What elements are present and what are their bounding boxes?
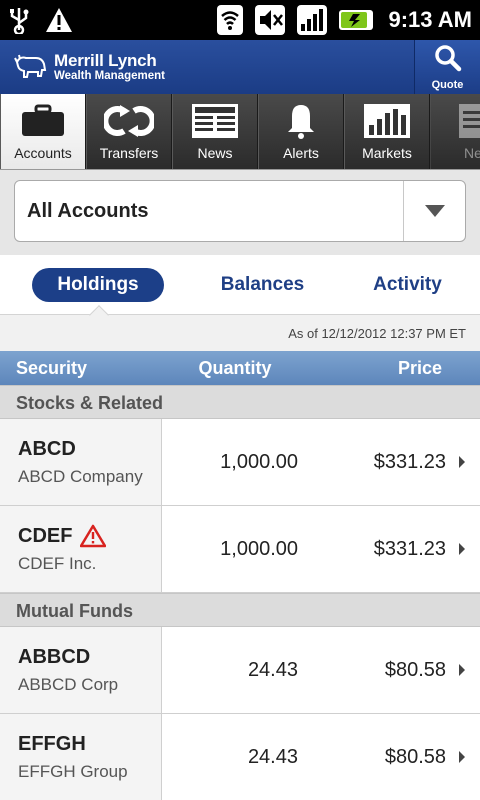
quantity-value: 1,000.00 <box>220 537 298 560</box>
brand-subtitle: Wealth Management <box>54 69 165 82</box>
security-symbol: ABCD <box>18 437 76 460</box>
newspaper-icon <box>191 101 239 141</box>
quote-button[interactable]: Quote <box>414 40 480 94</box>
transfer-arrows-icon <box>104 101 154 141</box>
price-value: $331.23 <box>373 537 446 560</box>
main-nav: Accounts Transfers News Alerts Markets N… <box>0 94 480 170</box>
column-security: Security <box>16 357 88 378</box>
search-icon <box>434 44 462 77</box>
table-header: Security Quantity Price <box>0 351 480 385</box>
notepad-icon <box>455 101 480 141</box>
tab-next[interactable]: Ne <box>430 94 480 169</box>
table-row[interactable]: ABBCD ABBCD Corp 24.43 $80.58 <box>0 627 480 714</box>
battery-charging-icon <box>338 6 374 34</box>
quantity-value: 24.43 <box>247 745 298 768</box>
account-dropdown-value: All Accounts <box>27 199 149 222</box>
bull-logo-icon <box>14 50 48 84</box>
segment-activity[interactable]: Activity <box>335 274 480 296</box>
tab-news[interactable]: News <box>172 94 258 169</box>
quantity-value: 1,000.00 <box>220 450 298 473</box>
chevron-right-icon <box>458 542 466 556</box>
brand-name: Merrill Lynch <box>54 50 157 70</box>
warning-icon <box>44 6 74 34</box>
mute-icon <box>254 4 286 36</box>
chevron-right-icon <box>458 750 466 764</box>
security-name: ABBCD Corp <box>18 674 119 694</box>
warning-triangle-icon <box>80 524 107 548</box>
quote-label: Quote <box>431 78 464 91</box>
tab-label: Transfers <box>99 145 159 161</box>
account-dropdown[interactable]: All Accounts <box>14 180 466 242</box>
segment-balances[interactable]: Balances <box>190 274 335 296</box>
price-value: $80.58 <box>384 658 446 681</box>
section-header: Mutual Funds <box>0 593 480 627</box>
wifi-icon <box>216 4 244 36</box>
column-quantity: Quantity <box>198 357 272 378</box>
security-name: ABCD Company <box>18 466 143 486</box>
tab-label: Alerts <box>283 145 319 161</box>
section-header: Stocks & Related <box>0 385 480 419</box>
security-symbol: EFFGH <box>18 732 86 755</box>
tab-label: News <box>197 145 233 161</box>
status-time: 9:13 AM <box>388 7 472 32</box>
tab-markets[interactable]: Markets <box>344 94 430 169</box>
table-row[interactable]: EFFGH EFFGH Group 24.43 $80.58 <box>0 714 480 800</box>
table-row[interactable]: ABCD ABCD Company 1,000.00 $331.23 <box>0 419 480 506</box>
signal-icon <box>296 4 328 36</box>
tab-label: Ne <box>464 145 480 161</box>
brand: Merrill Lynch Wealth Management <box>0 40 414 94</box>
status-bar: 9:13 AM <box>0 0 480 40</box>
security-symbol: ABBCD <box>18 645 91 668</box>
security-symbol: CDEF <box>18 524 73 547</box>
tab-alerts[interactable]: Alerts <box>258 94 344 169</box>
account-selector-area: All Accounts <box>0 170 480 255</box>
app-header: Merrill Lynch Wealth Management Quote <box>0 40 480 94</box>
column-price: Price <box>397 357 442 378</box>
chevron-right-icon <box>458 663 466 677</box>
tab-label: Markets <box>362 145 412 161</box>
quantity-value: 24.43 <box>247 658 298 681</box>
usb-icon <box>8 6 30 34</box>
tab-transfers[interactable]: Transfers <box>86 94 172 169</box>
as-of-timestamp: As of 12/12/2012 12:37 PM ET <box>0 315 480 351</box>
price-value: $80.58 <box>384 745 446 768</box>
bell-icon <box>286 101 316 141</box>
tab-label: Accounts <box>14 145 72 161</box>
table-row[interactable]: CDEF CDEF Inc. 1,000.00 $331.23 <box>0 506 480 593</box>
chevron-down-icon[interactable] <box>403 181 465 241</box>
price-value: $331.23 <box>373 450 446 473</box>
chevron-right-icon <box>458 455 466 469</box>
security-name: CDEF Inc. <box>18 554 97 573</box>
security-name: EFFGH Group <box>18 761 128 781</box>
briefcase-icon <box>20 101 66 141</box>
bar-chart-icon <box>363 101 411 141</box>
segment-holdings[interactable]: Holdings <box>32 267 164 302</box>
holdings-segments: Holdings Balances Activity <box>0 255 480 325</box>
tab-accounts[interactable]: Accounts <box>0 94 86 169</box>
